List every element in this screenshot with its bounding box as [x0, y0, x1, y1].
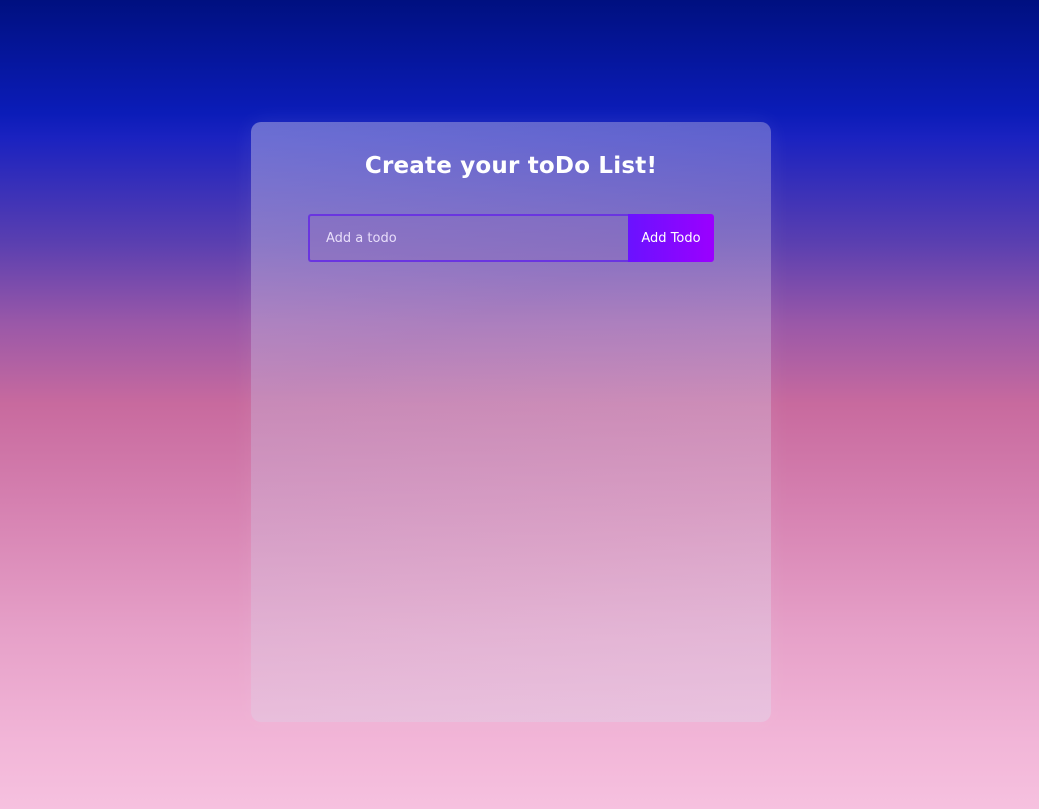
page-title: Create your toDo List!	[364, 153, 658, 179]
todo-input[interactable]	[308, 214, 628, 262]
add-todo-button[interactable]: Add Todo	[628, 214, 714, 262]
todo-card: Create your toDo List! Add Todo	[251, 122, 771, 722]
add-todo-form: Add Todo	[308, 214, 714, 262]
